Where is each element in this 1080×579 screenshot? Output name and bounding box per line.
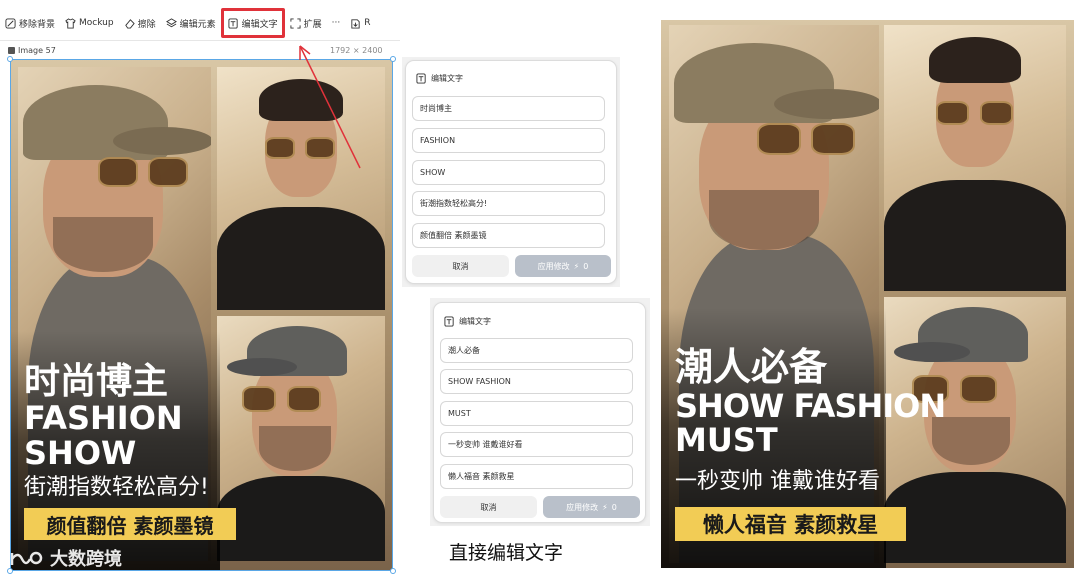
text-edit-icon: [444, 316, 454, 327]
poster-title-en-1: SHOW FASHION: [675, 387, 946, 425]
watermark: 大数跨境: [8, 545, 122, 571]
sunglasses-lens: [980, 101, 1013, 125]
remove-background-label: 移除背景: [19, 19, 56, 30]
poster-title-cn: 潮人必备: [675, 345, 828, 389]
poster-subtitle: 一秒变帅 谁戴谁好看: [675, 469, 880, 494]
text-edit-icon: [228, 17, 239, 29]
export-label: R: [364, 18, 371, 28]
poster-title-en-2: MUST: [675, 421, 778, 459]
sunglasses-lens: [811, 123, 855, 155]
poster-tag[interactable]: 颜值翻倍 素颜墨镜: [24, 508, 236, 540]
image-icon: [8, 47, 15, 54]
expand-label: 扩展: [303, 19, 322, 30]
turtleneck: [884, 180, 1066, 291]
text-field-4[interactable]: 一秒变帅 谁戴谁好看: [440, 432, 633, 457]
text-field-2[interactable]: SHOW FASHION: [440, 369, 633, 394]
expand-button[interactable]: 扩展: [285, 10, 327, 36]
apply-changes-button[interactable]: 应用修改 ⚡ 0: [515, 255, 611, 277]
cap-brim: [774, 89, 879, 119]
poster-subtitle[interactable]: 街潮指数轻松高分!: [24, 477, 209, 499]
panel-header: 编辑文字: [444, 316, 491, 327]
expand-icon: [290, 17, 301, 29]
apply-cost: 0: [611, 502, 617, 512]
stubble: [709, 190, 819, 250]
edit-text-panel-top: 编辑文字 时尚博主 FASHION SHOW 街潮指数轻松高分! 颜值翻倍 素颜…: [405, 60, 617, 284]
annotation-arrow: [299, 45, 361, 169]
text-field-1[interactable]: 潮人必备: [440, 338, 633, 363]
poster-title-en-1[interactable]: FASHION: [24, 402, 183, 434]
more-icon: ···: [331, 18, 341, 28]
hair: [929, 37, 1021, 83]
sunglasses-lens: [936, 101, 969, 125]
text-edit-icon: [416, 73, 426, 84]
cancel-label: 取消: [452, 261, 469, 271]
text-field-3[interactable]: SHOW: [412, 160, 605, 185]
poster-title-en-2[interactable]: SHOW: [24, 437, 136, 469]
poster-tag: 懒人福音 素颜救星: [675, 507, 906, 541]
cancel-label: 取消: [480, 502, 497, 512]
eraser-icon: [124, 18, 135, 29]
image-name[interactable]: Image 57: [8, 46, 56, 55]
export-button[interactable]: R: [345, 10, 375, 36]
apply-label: 应用修改: [537, 261, 570, 271]
edit-elements-label: 编辑元素: [179, 19, 216, 30]
turtleneck: [217, 207, 385, 310]
apply-changes-button[interactable]: 应用修改 ⚡ 0: [543, 496, 640, 518]
photo-grey-cap-man: [884, 297, 1066, 563]
caption: 直接编辑文字: [449, 542, 564, 564]
mockup-label: Mockup: [79, 18, 114, 28]
watermark-text: 大数跨境: [50, 549, 122, 570]
sunglasses-lens: [148, 157, 188, 187]
cap-brim: [113, 127, 211, 155]
cap-brim: [227, 358, 297, 376]
stubble: [259, 426, 331, 471]
cancel-button[interactable]: 取消: [440, 496, 537, 518]
edit-text-panel-bottom: 编辑文字 潮人必备 SHOW FASHION MUST 一秒变帅 谁戴谁好看 懒…: [433, 302, 646, 523]
layers-icon: [165, 17, 177, 29]
sunglasses-lens: [757, 123, 801, 155]
apply-cost: 0: [583, 261, 589, 271]
lightning-icon: ⚡: [602, 502, 608, 512]
sunglasses-lens: [242, 386, 276, 412]
panel-title: 编辑文字: [431, 74, 463, 83]
panel-header: 编辑文字: [416, 73, 463, 84]
panel-title: 编辑文字: [459, 317, 491, 326]
erase-label: 擦除: [137, 19, 156, 30]
poster-title-cn[interactable]: 时尚博主: [24, 364, 168, 400]
edit-elements-button[interactable]: 编辑元素: [161, 10, 221, 36]
text-field-1[interactable]: 时尚博主: [412, 96, 605, 121]
text-field-3[interactable]: MUST: [440, 401, 633, 426]
apply-label: 应用修改: [566, 502, 599, 512]
sunglasses-lens: [960, 375, 997, 403]
cancel-button[interactable]: 取消: [412, 255, 509, 277]
edit-text-label: 编辑文字: [241, 19, 278, 30]
stubble: [53, 217, 153, 272]
cap-brim: [894, 342, 970, 362]
lightning-icon: ⚡: [573, 261, 580, 271]
shirt-icon: [65, 17, 76, 29]
black-tshirt: [884, 472, 1066, 563]
text-field-4[interactable]: 街潮指数轻松高分!: [412, 191, 605, 216]
image-name-text: Image 57: [18, 46, 56, 55]
toolbar: 移除背景 Mockup 擦除 编辑元素 编辑文字 扩展 ··· R: [0, 8, 400, 38]
sunglasses-lens: [98, 157, 138, 187]
text-field-5[interactable]: 颜值翻倍 素颜墨镜: [412, 223, 605, 248]
export-icon: [350, 18, 361, 29]
photo-grey-cap-man: [217, 316, 385, 561]
mockup-button[interactable]: Mockup: [60, 10, 119, 36]
sunglasses-lens: [287, 386, 321, 412]
text-field-5[interactable]: 懒人福音 素颜救星: [440, 464, 633, 489]
more-button[interactable]: ···: [327, 10, 346, 36]
erase-button[interactable]: 擦除: [119, 10, 161, 36]
text-field-2[interactable]: FASHION: [412, 128, 605, 153]
photo-turtleneck-man: [884, 25, 1066, 291]
black-tshirt: [217, 476, 385, 561]
edit-text-button[interactable]: 编辑文字: [220, 8, 285, 38]
poster-right: 潮人必备 SHOW FASHION MUST 一秒变帅 谁戴谁好看 懒人福音 素…: [661, 20, 1074, 568]
watermark-logo-icon: [10, 551, 43, 565]
remove-background-button[interactable]: 移除背景: [0, 10, 60, 36]
remove-background-icon: [5, 17, 16, 29]
